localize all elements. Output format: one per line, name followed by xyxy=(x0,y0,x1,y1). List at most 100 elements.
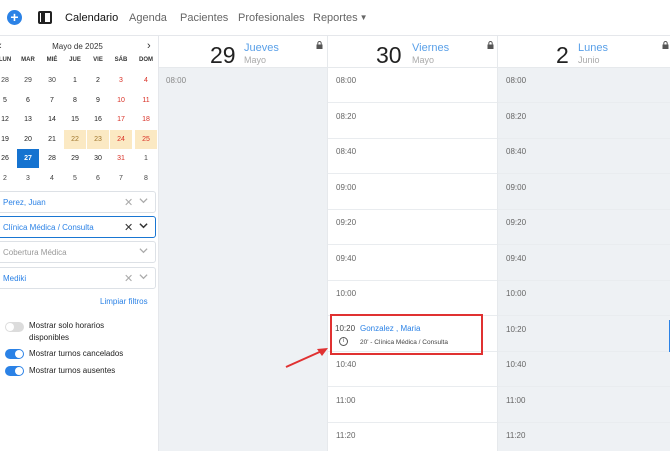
time-slot[interactable]: 09:00 xyxy=(498,175,670,210)
coverage-select[interactable]: Cobertura Médica xyxy=(0,241,156,263)
professional-select[interactable]: Perez, Juan ✕ xyxy=(0,191,156,213)
weekday-label: SÁB xyxy=(114,57,128,63)
plan-select[interactable]: Mediki ✕ xyxy=(0,267,156,289)
calendar-day[interactable]: 25 xyxy=(135,130,157,149)
calendar-day[interactable]: 30 xyxy=(41,71,63,90)
calendar-day[interactable]: 6 xyxy=(17,91,39,110)
slot-time: 09:20 xyxy=(336,218,357,227)
calendar-day[interactable]: 1 xyxy=(64,71,86,90)
calendar-day[interactable]: 4 xyxy=(41,169,63,188)
calendar-day[interactable]: 17 xyxy=(110,110,132,129)
calendar-day[interactable]: 2 xyxy=(87,71,109,90)
day-name: Jueves xyxy=(244,42,279,54)
sidebar-toggle-icon[interactable] xyxy=(38,11,52,24)
add-appointment-icon[interactable]: + xyxy=(7,10,22,25)
calendar-day[interactable]: 28 xyxy=(41,149,63,168)
calendar-day[interactable]: 4 xyxy=(135,71,157,90)
time-slot[interactable]: 09:40 xyxy=(328,246,497,281)
calendar-day[interactable]: 31 xyxy=(110,149,132,168)
calendar-day[interactable]: 26 xyxy=(0,149,16,168)
calendar-day[interactable]: 29 xyxy=(64,149,86,168)
calendar-day[interactable]: 8 xyxy=(64,91,86,110)
calendar-day[interactable]: 24 xyxy=(110,130,132,149)
time-slot[interactable]: 10:20 xyxy=(498,317,670,352)
time-slot[interactable]: 09:20 xyxy=(498,210,670,245)
time-slot[interactable]: 08:20 xyxy=(328,104,497,139)
calendar-day[interactable]: 7 xyxy=(110,169,132,188)
calendar-day[interactable]: 21 xyxy=(41,130,63,149)
clear-icon[interactable]: ✕ xyxy=(124,272,133,285)
toggle-available-only-label: Mostrar solo horarios disponibles xyxy=(29,321,105,342)
slot-time: 08:00 xyxy=(166,76,187,85)
time-slot[interactable]: 11:20 xyxy=(498,423,670,451)
time-slot[interactable]: 11:00 xyxy=(498,388,670,423)
time-slot[interactable]: 08:40 xyxy=(498,139,670,174)
time-slot[interactable]: 11:20 xyxy=(328,423,497,451)
calendar-day[interactable]: 8 xyxy=(135,169,157,188)
chevron-down-icon[interactable] xyxy=(139,246,148,254)
calendar-day[interactable]: 28 xyxy=(0,71,16,90)
calendar-day[interactable]: 18 xyxy=(135,110,157,129)
clear-icon[interactable]: ✕ xyxy=(124,196,133,209)
calendar-day[interactable]: 5 xyxy=(0,91,16,110)
calendar-day[interactable]: 1 xyxy=(135,149,157,168)
calendar-day[interactable]: 20 xyxy=(17,130,39,149)
calendar-day[interactable]: 9 xyxy=(87,91,109,110)
toggle-available-only[interactable] xyxy=(5,322,24,332)
time-slot[interactable]: 09:20 xyxy=(328,210,497,245)
calendar-day[interactable]: 27 xyxy=(17,149,39,168)
chevron-down-icon[interactable] xyxy=(139,221,148,229)
nav-pacientes[interactable]: Pacientes xyxy=(180,12,228,24)
lock-icon xyxy=(316,40,323,49)
time-slot[interactable]: 10:00 xyxy=(498,281,670,316)
calendar-day[interactable]: 13 xyxy=(17,110,39,129)
slot-time: 11:20 xyxy=(336,431,356,440)
time-slot[interactable]: 10:40 xyxy=(328,352,497,387)
calendar-day[interactable]: 5 xyxy=(64,169,86,188)
nav-reportes[interactable]: Reportes ▼ xyxy=(313,12,368,24)
clear-filters-link[interactable]: Limpiar filtros xyxy=(100,297,148,306)
nav-agenda[interactable]: Agenda xyxy=(129,12,167,24)
day-column-thursday: 29 Jueves Mayo 08:00 xyxy=(159,36,327,451)
calendar-day[interactable]: 2 xyxy=(0,169,16,188)
chevron-down-icon[interactable] xyxy=(139,196,148,204)
calendar-day[interactable]: 7 xyxy=(41,91,63,110)
weekday-label: LUN xyxy=(0,57,12,63)
next-month-button[interactable]: › xyxy=(147,40,151,52)
calendar-day[interactable]: 3 xyxy=(17,169,39,188)
nav-reportes-label: Reportes xyxy=(313,12,358,24)
day-body: 08:00 xyxy=(159,68,327,451)
time-slot[interactable]: 10:40 xyxy=(498,352,670,387)
toggle-cancelled[interactable] xyxy=(5,349,24,359)
time-slot[interactable]: 10:00 xyxy=(328,281,497,316)
time-slot[interactable]: 08:00 xyxy=(498,68,670,103)
calendar-day[interactable]: 6 xyxy=(87,169,109,188)
time-slot[interactable]: 09:40 xyxy=(498,246,670,281)
day-header: 2 Lunes Junio xyxy=(498,36,670,68)
time-slot[interactable]: 08:20 xyxy=(498,104,670,139)
specialty-select[interactable]: Clínica Médica / Consulta ✕ xyxy=(0,216,156,238)
calendar-day[interactable]: 16 xyxy=(87,110,109,129)
calendar-day[interactable]: 11 xyxy=(135,91,157,110)
nav-calendario[interactable]: Calendario xyxy=(65,12,118,24)
calendar-day[interactable]: 29 xyxy=(17,71,39,90)
time-slot[interactable]: 09:00 xyxy=(328,175,497,210)
nav-profesionales[interactable]: Profesionales xyxy=(238,12,305,24)
calendar-grid: 29 Jueves Mayo 08:00 30 Viernes Mayo 11:… xyxy=(159,36,670,451)
time-slot[interactable]: 08:00 xyxy=(328,68,497,103)
clear-icon[interactable]: ✕ xyxy=(124,221,133,234)
calendar-day[interactable]: 23 xyxy=(87,130,109,149)
calendar-day[interactable]: 19 xyxy=(0,130,16,149)
calendar-day[interactable]: 10 xyxy=(110,91,132,110)
time-slot[interactable]: 11:00 xyxy=(328,388,497,423)
calendar-day[interactable]: 12 xyxy=(0,110,16,129)
slot-time: 09:20 xyxy=(506,218,527,227)
calendar-day[interactable]: 14 xyxy=(41,110,63,129)
calendar-day[interactable]: 30 xyxy=(87,149,109,168)
calendar-day[interactable]: 22 xyxy=(64,130,86,149)
toggle-absent[interactable] xyxy=(5,366,24,376)
calendar-day[interactable]: 15 xyxy=(64,110,86,129)
calendar-day[interactable]: 3 xyxy=(110,71,132,90)
time-slot[interactable]: 08:40 xyxy=(328,139,497,174)
chevron-down-icon[interactable] xyxy=(139,272,148,280)
